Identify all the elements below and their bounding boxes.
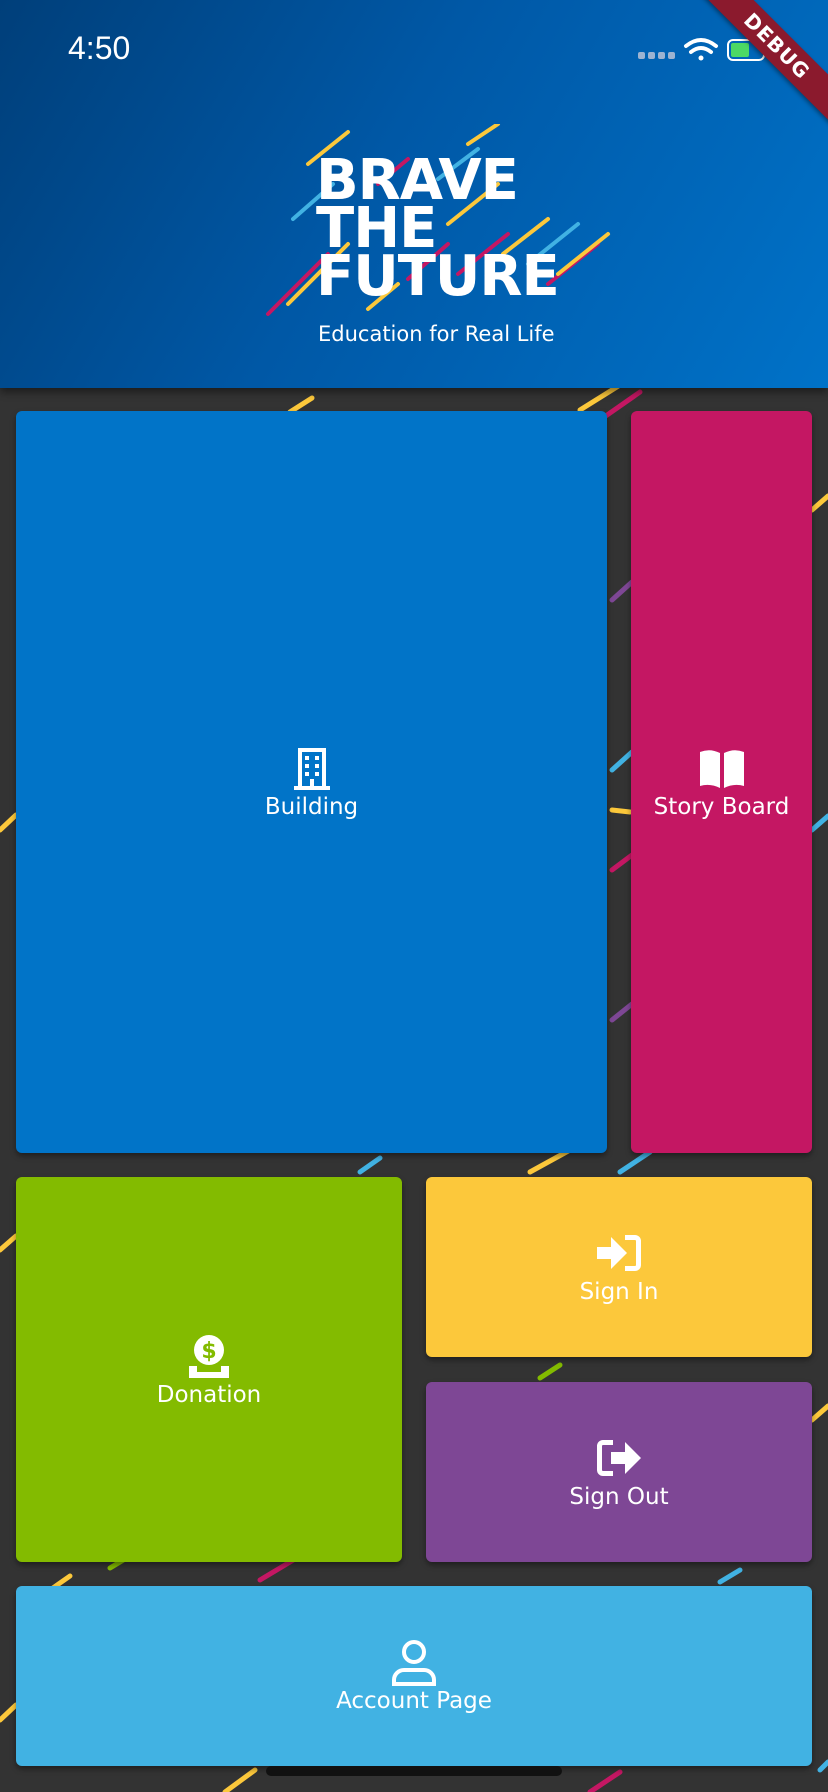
story-board-tile[interactable]: Story Board	[631, 411, 812, 1153]
logo-tagline: Education for Real Life	[318, 322, 555, 346]
book-open-icon	[699, 750, 744, 788]
sign-in-icon	[597, 1235, 641, 1271]
donate-icon: $	[189, 1334, 229, 1378]
sign-in-label: Sign In	[579, 1279, 659, 1305]
sign-out-label: Sign Out	[569, 1484, 669, 1510]
app-header: 4:50 DEBUG BRAVE THE FUTURE Education fo…	[0, 0, 828, 388]
account-page-label: Account Page	[336, 1688, 492, 1714]
sign-out-icon	[597, 1440, 641, 1476]
donation-label: Donation	[156, 1381, 262, 1408]
building-icon	[293, 748, 330, 790]
logo-line-future: FUTURE	[316, 244, 560, 309]
signal-icon	[638, 52, 675, 59]
sign-in-tile[interactable]: Sign In	[426, 1177, 812, 1357]
donation-tile[interactable]: $ Donation	[16, 1177, 402, 1562]
wifi-icon	[684, 38, 718, 61]
brave-the-future-logo: BRAVE THE FUTURE Education for Real Life	[258, 124, 630, 354]
home-indicator	[266, 1766, 562, 1776]
svg-text:$: $	[201, 1339, 216, 1364]
building-label: Building	[264, 794, 359, 820]
sign-out-tile[interactable]: Sign Out	[426, 1382, 812, 1562]
story-board-label: Story Board	[653, 794, 790, 820]
status-time: 4:50	[68, 30, 131, 66]
user-icon	[392, 1640, 436, 1686]
account-page-tile[interactable]: Account Page	[16, 1586, 812, 1766]
building-tile[interactable]: Building	[16, 411, 607, 1153]
